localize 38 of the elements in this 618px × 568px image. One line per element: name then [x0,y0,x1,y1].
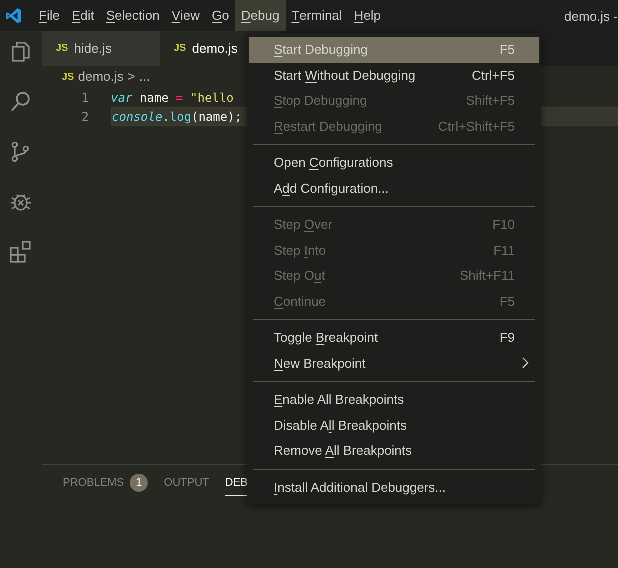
menu-item[interactable]: View [166,0,206,31]
tab-label: demo.js [192,40,238,58]
js-file-icon: JS [174,41,186,56]
menu-item[interactable]: Go [206,0,236,31]
breadcrumb-item[interactable]: demo.js [78,67,124,87]
menu-item[interactable]: Disable All Breakpoints [249,412,539,438]
chevron-icon [522,357,529,370]
js-file-icon: JS [62,70,74,84]
chevron-icon: > [128,67,136,87]
menu-item[interactable]: Install Additional Debuggers... [249,474,539,500]
menu-item[interactable]: New Breakpoint [249,350,539,376]
line-number: 1 [80,90,89,106]
panel-tab[interactable]: OUTPUT [164,474,210,492]
menu-item[interactable]: Terminal [286,0,348,31]
count-badge: 1 [130,474,148,492]
window-title: demo.js - [564,8,618,26]
menu-item[interactable]: Edit [66,0,100,31]
search-icon[interactable] [9,90,33,114]
menu-item[interactable]: Toggle Breakpoint F9 [249,325,539,350]
menu-item[interactable]: File [33,0,66,31]
menu-item[interactable]: Remove All Breakpoints [249,438,539,464]
menu-item[interactable]: Enable All Breakpoints [249,387,539,412]
panel-tab[interactable]: PROBLEMS [63,474,124,492]
menu-item[interactable]: Add Configuration... [249,176,539,201]
menu-item[interactable]: Debug [235,0,286,31]
menu-item[interactable]: Selection [100,0,166,31]
line-number: 2 [80,108,89,126]
editor-tab[interactable]: JS hide.js [42,31,160,66]
extensions-icon[interactable] [9,240,33,264]
app-logo-icon [5,6,23,24]
files-icon[interactable] [9,40,33,64]
menu-item[interactable]: Open Configurations [249,150,539,176]
breadcrumb-item[interactable]: ... [139,67,150,87]
code-line: var name = "hello [111,90,234,106]
menu-item[interactable]: Help [348,0,388,31]
code-line: console.log(name); [112,108,242,126]
js-file-icon: JS [56,41,68,56]
tab-label: hide.js [74,40,112,58]
